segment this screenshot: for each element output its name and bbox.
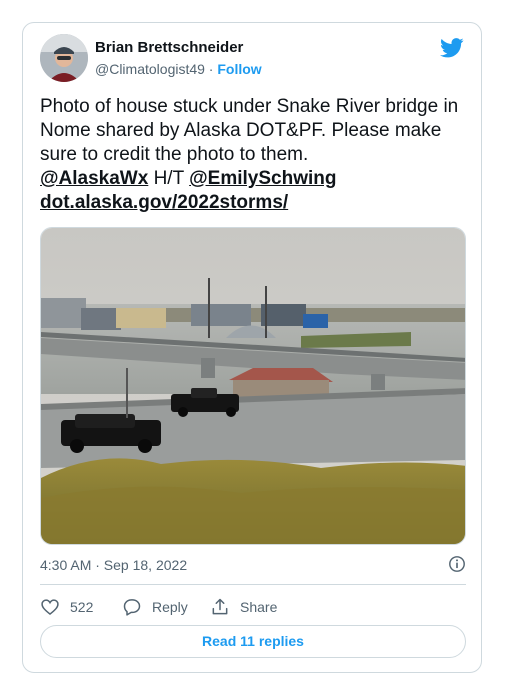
twitter-bird-icon[interactable] (440, 37, 464, 59)
mention-alaskawx[interactable]: @AlaskaWx (40, 168, 148, 189)
tweet-card: Brian Brettschneider @Climatologist49 · … (22, 22, 482, 673)
tweet-body: Photo of house stuck under Snake River b… (40, 96, 459, 165)
tweet-link[interactable]: dot.alaska.gov/2022storms/ (40, 192, 288, 213)
author-handle-row: @Climatologist49 · Follow (95, 61, 262, 77)
info-icon[interactable] (448, 555, 466, 573)
author-name[interactable]: Brian Brettschneider (95, 39, 243, 56)
ht-text: H/T (148, 168, 190, 189)
tweet-text: Photo of house stuck under Snake River b… (40, 95, 465, 215)
reply-button[interactable]: Reply (122, 597, 188, 617)
timestamp[interactable]: 4:30 AM · Sep 18, 2022 (40, 557, 187, 573)
share-button[interactable]: Share (210, 597, 277, 617)
heart-icon (41, 599, 59, 616)
reply-icon (123, 599, 141, 616)
timestamp-row: 4:30 AM · Sep 18, 2022 (40, 555, 466, 573)
avatar[interactable] (40, 34, 88, 82)
mention-emilyschwing[interactable]: @EmilySchwing (189, 168, 336, 189)
like-button[interactable]: 522 (40, 597, 93, 617)
reply-label: Reply (152, 599, 188, 615)
tweet-photo[interactable] (40, 227, 466, 545)
divider (40, 584, 466, 585)
follow-button[interactable]: Follow (217, 61, 261, 77)
like-count: 522 (70, 599, 94, 615)
share-icon (212, 598, 228, 615)
read-replies-button[interactable]: Read 11 replies (40, 625, 466, 658)
separator: · (204, 61, 218, 77)
share-label: Share (240, 599, 278, 615)
author-handle[interactable]: @Climatologist49 (95, 61, 205, 77)
